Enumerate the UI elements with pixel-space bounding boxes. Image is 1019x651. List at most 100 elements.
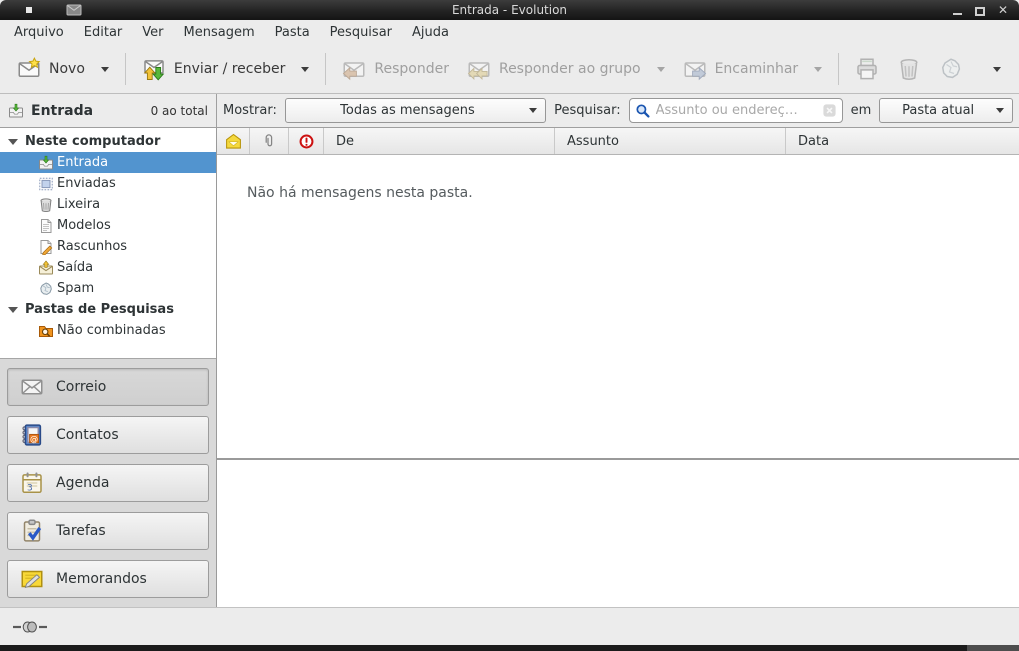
folder-label: Rascunhos — [57, 239, 127, 254]
toolbar-separator — [838, 53, 839, 85]
switcher-agenda-button[interactable]: 3 Agenda — [7, 464, 209, 502]
column-label: De — [336, 134, 354, 149]
menu-arquivo[interactable]: Arquivo — [4, 22, 74, 43]
folder-modelos[interactable]: Modelos — [0, 215, 216, 236]
sent-icon — [38, 176, 54, 192]
switcher-label: Tarefas — [56, 523, 106, 539]
print-icon — [855, 57, 879, 81]
menu-editar[interactable]: Editar — [74, 22, 133, 43]
folder-lixeira[interactable]: Lixeira — [0, 194, 216, 215]
show-label: Mostrar: — [223, 103, 277, 118]
column-attachment[interactable] — [250, 128, 289, 154]
switcher-correio-button[interactable]: Correio — [7, 368, 209, 406]
clear-icon[interactable] — [822, 103, 837, 118]
search-icon[interactable] — [635, 103, 651, 119]
svg-text:3: 3 — [27, 484, 33, 494]
menu-ver[interactable]: Ver — [132, 22, 173, 43]
tree-group-neste-computador[interactable]: Neste computador — [0, 131, 216, 152]
view-switcher: Correio @ Contatos 3 Agenda Tarefas Memorandos — [0, 358, 216, 607]
window-bottom-edge — [0, 645, 1019, 651]
folder-label: Saída — [57, 260, 93, 275]
svg-text:@: @ — [30, 433, 38, 443]
toolbar-button-label: Enviar / receber — [174, 61, 285, 77]
folder-spam[interactable]: Spam — [0, 278, 216, 299]
toolbar-button-label: Responder — [374, 61, 449, 77]
search-label: Pesquisar: — [554, 103, 621, 118]
folder-entrada[interactable]: Entrada — [0, 152, 216, 173]
novo-button[interactable]: Novo — [8, 51, 118, 87]
message-list-body: Não há mensagens nesta pasta. — [217, 155, 1019, 458]
tasks-icon — [20, 519, 44, 543]
toolbar-button-label: Novo — [49, 61, 85, 77]
switcher-contatos-button[interactable]: @ Contatos — [7, 416, 209, 454]
column-data[interactable]: Data — [786, 128, 1019, 154]
switcher-label: Contatos — [56, 427, 119, 443]
print-button — [846, 51, 888, 87]
titlebar: Entrada - Evolution ✕ — [0, 0, 1019, 20]
menu-pasta[interactable]: Pasta — [265, 22, 320, 43]
column-label: Assunto — [567, 134, 619, 149]
toolbar-button-label: Responder ao grupo — [499, 61, 641, 77]
folder-nao-combinadas[interactable]: Não combinadas — [0, 320, 216, 341]
switcher-label: Memorandos — [56, 571, 147, 587]
expander-icon[interactable] — [8, 139, 18, 145]
column-de[interactable]: De — [324, 128, 555, 154]
trash-button — [888, 51, 930, 87]
search-scope-dropdown[interactable]: Pasta atual — [879, 98, 1013, 123]
drafts-icon — [38, 239, 54, 255]
menubar: ArquivoEditarVerMensagemPastaPesquisarAj… — [0, 20, 1019, 45]
inbox-icon — [8, 103, 24, 119]
empty-folder-message: Não há mensagens nesta pasta. — [247, 185, 473, 201]
column-label: Data — [798, 134, 829, 149]
minimize-button[interactable] — [951, 4, 963, 16]
junk-icon — [939, 57, 963, 81]
message-filter-dropdown[interactable]: Todas as mensagens — [285, 98, 546, 123]
column-read-status[interactable] — [217, 128, 250, 154]
encaminhar-button: Encaminhar — [674, 51, 832, 87]
folder-label: Não combinadas — [57, 323, 166, 338]
tree-group-label: Pastas de Pesquisas — [25, 302, 174, 317]
message-list-header: De Assunto Data — [217, 128, 1019, 155]
tree-group-pastas-de-pesquisas[interactable]: Pastas de Pesquisas — [0, 299, 216, 320]
column-priority[interactable] — [289, 128, 324, 154]
search-input[interactable] — [656, 103, 817, 118]
switcher-memorandos-button[interactable]: Memorandos — [7, 560, 209, 598]
responder-ao-grupo-button: Responder ao grupo — [458, 51, 674, 87]
switcher-tarefas-button[interactable]: Tarefas — [7, 512, 209, 550]
reply-all-icon — [467, 57, 491, 81]
folder-label: Enviadas — [57, 176, 116, 191]
maximize-button[interactable] — [974, 4, 986, 16]
forward-icon — [683, 57, 707, 81]
chevron-down-icon — [301, 67, 309, 72]
folder-tree: Neste computador Entrada Enviadas Lixeira Mo… — [0, 128, 216, 358]
attachment-icon — [261, 133, 277, 149]
toolbar-separator — [125, 53, 126, 85]
templates-icon — [38, 218, 54, 234]
enviar-receber-button[interactable]: Enviar / receber — [133, 51, 318, 87]
chevron-down-icon — [814, 67, 822, 72]
menu-ajuda[interactable]: Ajuda — [402, 22, 459, 43]
column-assunto[interactable]: Assunto — [555, 128, 786, 154]
trash-folder-icon — [38, 197, 54, 213]
folder-label: Entrada — [57, 155, 108, 170]
toolbar-separator — [325, 53, 326, 85]
junk-folder-icon — [38, 281, 54, 297]
menu-pesquisar[interactable]: Pesquisar — [320, 22, 402, 43]
search-folder-icon — [38, 323, 54, 339]
folder-saida[interactable]: Saída — [0, 257, 216, 278]
folder-label: Modelos — [57, 218, 111, 233]
send-receive-icon — [142, 57, 166, 81]
toolbar-overflow-button[interactable] — [975, 61, 1011, 78]
expander-icon[interactable] — [8, 307, 18, 313]
menu-mensagem[interactable]: Mensagem — [174, 22, 265, 43]
folder-enviadas[interactable]: Enviadas — [0, 173, 216, 194]
online-status-icon[interactable] — [13, 619, 47, 635]
resize-grip[interactable] — [967, 645, 1019, 651]
folder-rascunhos[interactable]: Rascunhos — [0, 236, 216, 257]
switcher-label: Agenda — [56, 475, 109, 491]
message-list-pane: De Assunto Data Não há mensagens nesta pas… — [217, 128, 1019, 607]
toolbar: Novo Enviar / receber Responder Responder a… — [0, 45, 1019, 94]
evolution-window: Entrada - Evolution ✕ ArquivoEditarVerMe… — [0, 0, 1019, 651]
close-button[interactable]: ✕ — [997, 4, 1009, 16]
folder-message-count: 0 ao total — [151, 104, 208, 118]
